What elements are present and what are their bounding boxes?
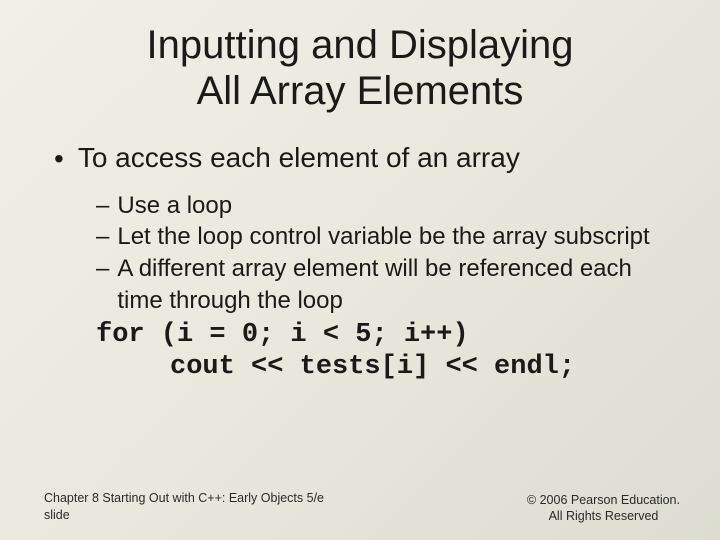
bullet-level-2: – A different array element will be refe… xyxy=(96,253,656,316)
bullet-level-2: – Use a loop xyxy=(96,190,656,222)
code-line-cout: cout << tests[i] << endl; xyxy=(170,352,676,382)
code-line-for: for (i = 0; i < 5; i++) xyxy=(96,320,676,350)
slide-title: Inputting and Displaying All Array Eleme… xyxy=(44,22,676,114)
sub-bullet-2: Let the loop control variable be the arr… xyxy=(117,221,649,253)
footer-rights: All Rights Reserved xyxy=(549,509,659,523)
sub-bullet-1: Use a loop xyxy=(117,190,232,222)
bullet-level-2: – Let the loop control variable be the a… xyxy=(96,221,656,253)
dash-icon: – xyxy=(96,190,109,222)
sub-bullet-3: A different array element will be refere… xyxy=(117,253,656,316)
footer-copyright: © 2006 Pearson Education. xyxy=(527,493,680,507)
title-line-1: Inputting and Displaying xyxy=(147,23,574,67)
dash-icon: – xyxy=(96,253,109,316)
footer-left: Chapter 8 Starting Out with C++: Early O… xyxy=(44,490,324,524)
bullet-1-text: To access each element of an array xyxy=(78,142,520,176)
slide-footer: Chapter 8 Starting Out with C++: Early O… xyxy=(44,490,680,524)
footer-right: © 2006 Pearson Education. All Rights Res… xyxy=(527,492,680,525)
dash-icon: – xyxy=(96,221,109,253)
title-line-2: All Array Elements xyxy=(197,69,524,113)
footer-chapter: Chapter 8 Starting Out with C++: Early O… xyxy=(44,491,324,505)
bullet-dot-icon: • xyxy=(54,142,64,176)
bullet-level-1: • To access each element of an array xyxy=(54,142,676,176)
footer-slide-label: slide xyxy=(44,508,70,522)
